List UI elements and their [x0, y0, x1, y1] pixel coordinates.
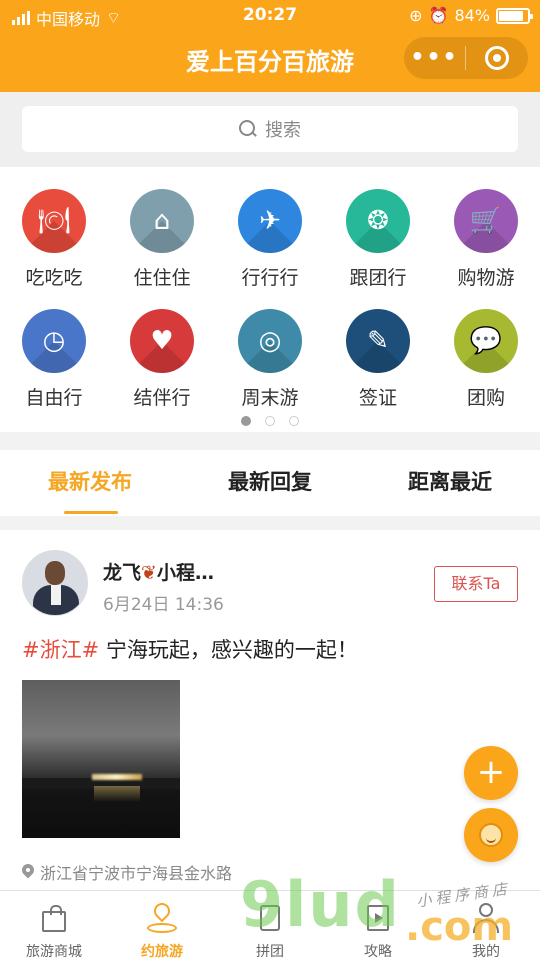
- location-text: 浙江省宁波市宁海县金水路: [40, 864, 233, 883]
- category-label: 自由行: [25, 387, 83, 409]
- nav-label: 拼团: [256, 944, 284, 960]
- nav-label: 约旅游: [141, 944, 183, 960]
- category-label: 购物游: [457, 267, 515, 289]
- top-bar: 中国移动 ⌔ 20:27 ⊕ ⏰ 84% 爱上百分百旅游 •••: [0, 0, 540, 92]
- category-visa[interactable]: ✎ 签证: [324, 309, 432, 410]
- category-companion[interactable]: ♥ 结伴行: [108, 309, 216, 410]
- category-stay[interactable]: ⌂ 住住住: [108, 189, 216, 290]
- nav-mine[interactable]: 我的: [432, 891, 540, 960]
- status-bar: 中国移动 ⌔ 20:27 ⊕ ⏰ 84%: [0, 0, 540, 32]
- category-grid: 🍽 吃吃吃 ⌂ 住住住 ✈ 行行行 ❂ 跟团行 🛒 购物游 ◷ 自由行 ♥ 结伴行 ◎ 周末游 ✎ 签证 💬 团购: [0, 167, 540, 432]
- tab-label: 最新发布: [48, 470, 132, 494]
- tag-icon: [255, 903, 285, 933]
- pager-dot[interactable]: [289, 416, 299, 426]
- chat-icon: 💬: [454, 309, 518, 373]
- dining-icon: 🍽: [22, 189, 86, 253]
- battery-percent: 84%: [454, 6, 490, 25]
- mini-program-capsule: •••: [404, 37, 528, 79]
- profile-float-button[interactable]: [464, 808, 518, 862]
- close-mini-program-button[interactable]: [466, 46, 527, 70]
- post-body: 宁海玩起，感兴趣的一起！: [99, 638, 358, 662]
- target-icon: ◎: [238, 309, 302, 373]
- clock-icon: ◷: [22, 309, 86, 373]
- tab-nearest[interactable]: 距离最近: [360, 450, 540, 516]
- location-pin-icon: [22, 864, 34, 880]
- tab-latest-posts[interactable]: 最新发布: [0, 450, 180, 516]
- post-time: 6月24日 14:36: [103, 595, 224, 615]
- group-icon: ❂: [346, 189, 410, 253]
- post-location[interactable]: 浙江省宁波市宁海县金水路: [22, 860, 232, 884]
- nav-label: 旅游商城: [26, 944, 82, 960]
- category-free-travel[interactable]: ◷ 自由行: [0, 309, 108, 410]
- maple-leaf-icon: ❦: [141, 562, 157, 584]
- status-right: ⊕ ⏰ 84%: [409, 6, 533, 25]
- contact-button[interactable]: 联系Ta: [434, 566, 518, 602]
- search-section: 搜索: [0, 92, 540, 167]
- category-label: 跟团行: [349, 267, 407, 289]
- post-photo[interactable]: [22, 680, 180, 838]
- tab-latest-replies[interactable]: 最新回复: [180, 450, 360, 516]
- bag-icon: [39, 903, 69, 933]
- category-weekend[interactable]: ◎ 周末游: [216, 309, 324, 410]
- battery-icon: [496, 7, 533, 24]
- category-transport[interactable]: ✈ 行行行: [216, 189, 324, 290]
- nav-guides[interactable]: 攻略: [324, 891, 432, 960]
- user-icon: [471, 903, 501, 933]
- target-ring-icon: [484, 46, 509, 70]
- category-label: 签证: [358, 387, 397, 409]
- nav-group-buy[interactable]: 拼团: [216, 891, 324, 960]
- pager-dot[interactable]: [265, 416, 275, 426]
- face-icon: [479, 823, 503, 847]
- tab-underline: [64, 511, 118, 514]
- category-label: 团购: [466, 387, 505, 409]
- heart-icon: ♥: [130, 309, 194, 373]
- category-label: 结伴行: [133, 387, 191, 409]
- category-label: 住住住: [133, 267, 191, 289]
- category-label: 周末游: [241, 387, 299, 409]
- search-placeholder: 搜索: [265, 120, 301, 141]
- author-name-suffix: 小程…: [156, 562, 214, 584]
- home-icon: ⌂: [130, 189, 194, 253]
- category-shopping[interactable]: 🛒 购物游: [432, 189, 540, 290]
- nav-label: 我的: [472, 944, 500, 960]
- category-dining[interactable]: 🍽 吃吃吃: [0, 189, 108, 290]
- location-pin-icon: [147, 899, 177, 933]
- post-card[interactable]: 龙飞❦小程… 6月24日 14:36 联系Ta #浙江# 宁海玩起，感兴趣的一起…: [0, 530, 540, 890]
- nav-meetup-travel[interactable]: 约旅游: [108, 891, 216, 960]
- post-text: #浙江# 宁海玩起，感兴趣的一起！: [22, 634, 358, 664]
- search-icon: [239, 120, 257, 138]
- avatar[interactable]: [22, 550, 88, 616]
- nav-label: 攻略: [364, 944, 392, 960]
- cart-icon: 🛒: [454, 189, 518, 253]
- pager-dot[interactable]: [241, 416, 251, 426]
- search-input[interactable]: 搜索: [22, 106, 518, 152]
- guide-book-icon: [363, 903, 393, 933]
- post-tabs: 最新发布 最新回复 距离最近: [0, 450, 540, 516]
- document-icon: ✎: [346, 309, 410, 373]
- plane-icon: ✈: [238, 189, 302, 253]
- author-name: 龙飞❦小程…: [103, 558, 214, 585]
- rotation-lock-icon: ⊕: [409, 6, 423, 25]
- category-label: 吃吃吃: [25, 267, 83, 289]
- category-group-tour[interactable]: ❂ 跟团行: [324, 189, 432, 290]
- add-post-button[interactable]: +: [464, 746, 518, 800]
- nav-travel-mall[interactable]: 旅游商城: [0, 891, 108, 960]
- more-dots-icon[interactable]: •••: [404, 37, 465, 79]
- alarm-icon: ⏰: [428, 6, 449, 25]
- tab-label: 距离最近: [408, 470, 492, 494]
- bottom-nav: 旅游商城 约旅游 拼团 攻略 我的: [0, 890, 540, 960]
- category-label: 行行行: [241, 267, 299, 289]
- pager-dots: [0, 416, 540, 426]
- category-group-buy[interactable]: 💬 团购: [432, 309, 540, 410]
- post-topic-tag[interactable]: #浙江#: [22, 638, 99, 662]
- tab-label: 最新回复: [228, 470, 312, 494]
- author-name-text: 龙飞: [103, 562, 142, 584]
